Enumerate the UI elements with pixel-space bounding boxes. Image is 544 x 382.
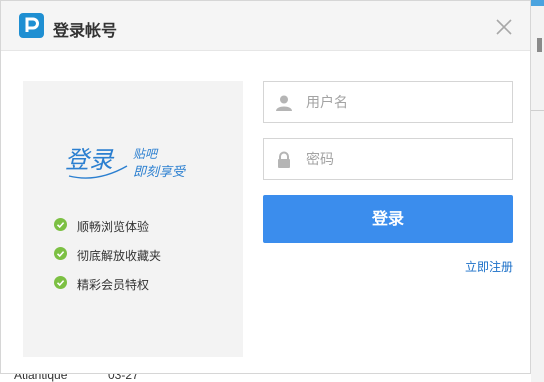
close-icon[interactable] [495, 18, 513, 36]
lock-icon [278, 151, 290, 168]
pinyin-p-logo-icon [19, 13, 44, 38]
password-input[interactable] [304, 148, 508, 172]
background-fragment [537, 38, 542, 52]
feature-item: 彻底解放收藏夹 [54, 247, 162, 264]
password-field[interactable] [263, 138, 513, 180]
feature-item: 顺畅浏览体验 [54, 218, 150, 235]
check-circle-icon [54, 218, 67, 231]
dialog-header: 登录帐号 [1, 1, 530, 51]
background-divider [531, 110, 544, 111]
promo-panel: 登录 贴吧 即刻享受 顺畅浏览体验 彻底解放收藏夹 精彩会员特权 [23, 81, 243, 357]
username-input[interactable] [304, 91, 508, 115]
promo-handwriting-art: 登录 贴吧 即刻享受 [65, 146, 186, 180]
svg-text:贴吧: 贴吧 [133, 147, 159, 161]
svg-text:登录: 登录 [65, 146, 115, 174]
register-link[interactable]: 立即注册 [465, 258, 513, 275]
background-page-edge [531, 0, 544, 382]
background-fragment [531, 0, 544, 6]
dialog-title: 登录帐号 [53, 21, 118, 40]
login-button[interactable]: 登录 [263, 195, 513, 243]
feature-label: 彻底解放收藏夹 [77, 249, 162, 263]
login-dialog: 登录帐号 登录 贴吧 即刻享受 顺畅浏览体验 彻底解放收藏夹 精彩会员特权 用户… [0, 0, 531, 374]
svg-text:即刻享受: 即刻享受 [133, 164, 186, 180]
feature-label: 顺畅浏览体验 [77, 220, 150, 234]
check-circle-icon [54, 247, 67, 260]
feature-item: 精彩会员特权 [54, 276, 150, 293]
user-icon [276, 95, 292, 111]
feature-label: 精彩会员特权 [77, 278, 150, 292]
check-circle-icon [54, 276, 67, 289]
username-field[interactable] [263, 81, 513, 123]
